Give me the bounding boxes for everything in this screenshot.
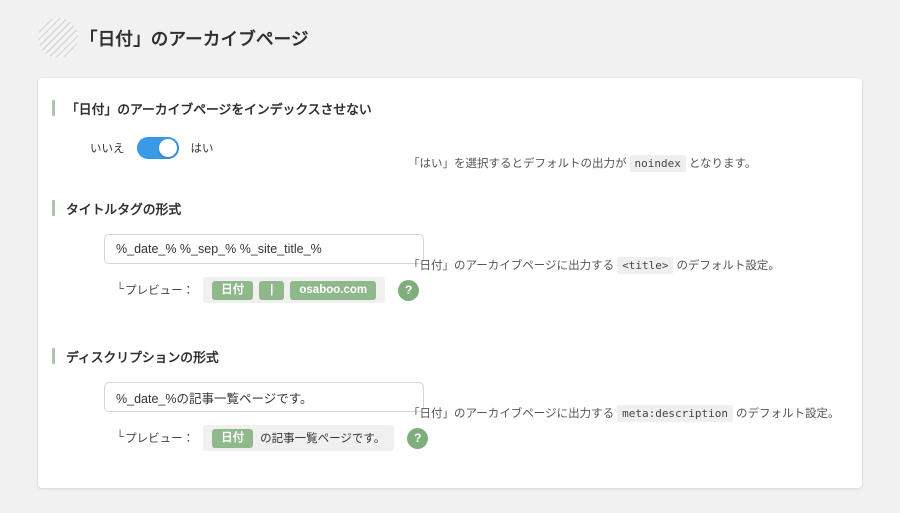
title-tag-row: 「日付」のアーカイブページに出力する<title>のデフォルト設定。 (38, 234, 862, 274)
title-preview-row: └ プレビュー： 日付 | osaboo.com ? (116, 277, 862, 303)
section-description: ディスクリプションの形式 「日付」のアーカイブページに出力するmeta:desc… (38, 346, 862, 451)
help-icon[interactable]: ? (398, 279, 420, 301)
hint-code: noindex (629, 155, 686, 172)
noindex-toggle[interactable] (136, 137, 179, 159)
hint-suffix: のデフォルト設定。 (736, 408, 840, 420)
title-tag-hint: 「日付」のアーカイブページに出力する <title> のデフォルト設定。 (408, 257, 780, 274)
hint-suffix: となります。 (688, 158, 757, 170)
description-preview-box: 日付 の記事一覧ページです。 (203, 425, 395, 451)
title-preview-box: 日付 | osaboo.com (203, 277, 386, 303)
toggle-knob (158, 139, 177, 157)
section-heading-label: 「日付」のアーカイブページをインデックスさせない (66, 101, 372, 117)
hint-code: meta:description (617, 405, 734, 422)
section-noindex: 「日付」のアーカイブページをインデックスさせない いいえ はい 「はい」を選択す… (38, 98, 862, 172)
page-header: 「日付」のアーカイブページ (38, 16, 309, 60)
preview-chip-date: 日付 (212, 428, 254, 448)
heading-accent-bar (52, 200, 55, 216)
noindex-hint: 「はい」を選択するとデフォルトの出力が noindex となります。 (408, 155, 757, 172)
preview-chip-site-title: osaboo.com (290, 280, 377, 300)
section-heading-noindex: 「日付」のアーカイブページをインデックスさせない (52, 98, 862, 118)
toggle-on-label: はい (190, 143, 214, 155)
hint-code: <title> (617, 257, 674, 274)
hint-suffix: のデフォルト設定。 (676, 260, 780, 272)
heading-accent-bar (52, 348, 55, 364)
section-title-tag: タイトルタグの形式 「日付」のアーカイブページに出力する<title>のデフォル… (38, 198, 862, 303)
toggle-off-label: いいえ (90, 143, 125, 155)
description-hint: 「日付」のアーカイブページに出力する meta:description のデフォルト… (408, 405, 840, 422)
section-heading-label: タイトルタグの形式 (66, 201, 182, 217)
hint-prefix: 「日付」のアーカイブページに出力する (408, 408, 615, 420)
section-heading-description: ディスクリプションの形式 (52, 346, 862, 366)
description-format-input[interactable] (104, 382, 424, 412)
hint-prefix: 「はい」を選択するとデフォルトの出力が (408, 158, 627, 170)
description-preview-row: └ プレビュー： 日付 の記事一覧ページです。 ? (116, 425, 862, 451)
help-icon[interactable]: ? (407, 427, 429, 449)
corner-glyph-icon: └ (116, 431, 125, 444)
section-heading-title-tag: タイトルタグの形式 (52, 198, 862, 218)
section-heading-label: ディスクリプションの形式 (66, 349, 219, 365)
hint-prefix: 「日付」のアーカイブページに出力する (408, 260, 615, 272)
noindex-row: いいえ はい 「はい」を選択するとデフォルトの出力が noindex となります。 (38, 136, 862, 172)
hatched-circle-icon (38, 18, 78, 58)
heading-accent-bar (52, 100, 55, 116)
description-row: 「日付」のアーカイブページに出力するmeta:descriptionのデフォルト… (38, 382, 862, 422)
preview-plain-text: の記事一覧ページです。 (260, 433, 386, 445)
noindex-toggle-group: いいえ はい (90, 136, 862, 160)
preview-label: プレビュー： (125, 433, 195, 445)
preview-chip-date: 日付 (212, 280, 254, 300)
title-format-input[interactable] (104, 234, 424, 264)
preview-chip-separator: | (259, 280, 285, 300)
page-title: 「日付」のアーカイブページ (80, 28, 309, 49)
preview-label: プレビュー： (125, 285, 195, 297)
settings-card: 「日付」のアーカイブページをインデックスさせない いいえ はい 「はい」を選択す… (38, 78, 862, 488)
corner-glyph-icon: └ (116, 283, 125, 296)
